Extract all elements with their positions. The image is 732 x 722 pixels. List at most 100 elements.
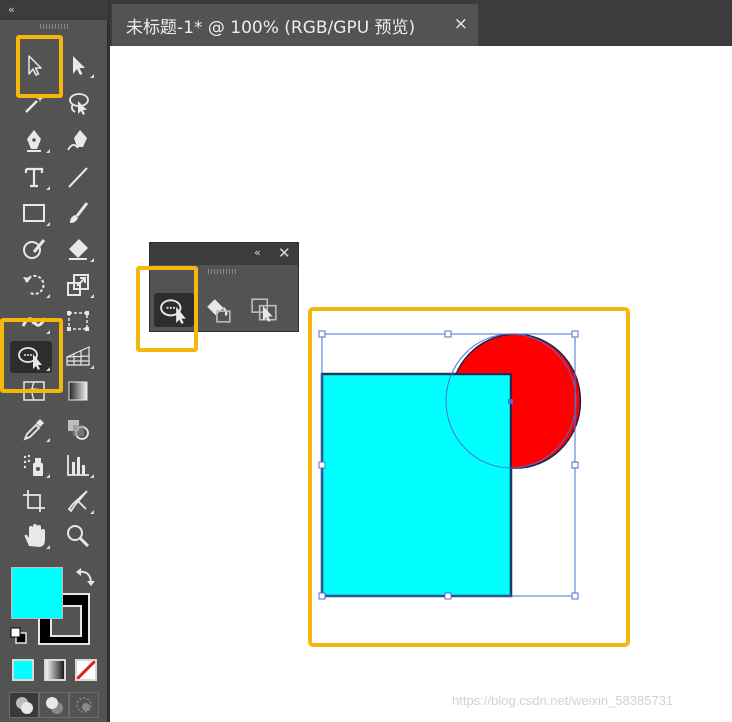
selection-tool[interactable] <box>16 50 52 80</box>
panel-grip[interactable] <box>40 24 68 29</box>
blend-tool[interactable] <box>60 414 96 444</box>
more-tools-indicator <box>46 222 50 226</box>
tools-panel: ‹‹ <box>0 0 110 722</box>
magic-wand-tool[interactable] <box>16 88 52 118</box>
curvature-tool[interactable] <box>60 125 96 155</box>
curvature-pen-icon <box>67 130 87 151</box>
perspective-grid-tool[interactable] <box>60 341 96 371</box>
symbol-sprayer-tool[interactable] <box>16 450 52 480</box>
blend-icon <box>68 420 89 440</box>
panel-grip[interactable] <box>208 269 238 274</box>
type-tool[interactable] <box>16 162 52 192</box>
tools-panel-header: ‹‹ <box>0 0 108 20</box>
close-icon[interactable]: × <box>454 14 468 34</box>
selection-bounding-box <box>321 333 576 597</box>
handle-bottom-middle[interactable] <box>444 592 452 600</box>
shape-builder-icon <box>160 299 186 324</box>
lasso-icon <box>69 93 89 115</box>
hand-icon <box>24 524 45 547</box>
bounding-box-handles[interactable] <box>318 330 579 600</box>
panel-shape-builder-tool[interactable] <box>154 293 194 327</box>
red-circle[interactable] <box>454 333 582 469</box>
panel-live-paint-bucket-tool[interactable] <box>198 293 238 327</box>
draw-behind-button[interactable] <box>39 692 69 718</box>
color-mode-button[interactable] <box>12 659 34 681</box>
direct-selection-arrow-icon <box>73 56 85 75</box>
default-fill-stroke-icon[interactable] <box>10 627 28 645</box>
type-icon <box>24 167 44 188</box>
live-paint-bucket-icon <box>207 299 231 323</box>
column-graph-tool[interactable] <box>60 450 96 480</box>
shaper-tool[interactable] <box>16 234 52 264</box>
slice-tool[interactable] <box>60 486 96 516</box>
hand-tool[interactable] <box>16 521 52 551</box>
document-tab-title: 未标题-1* @ 100% (RGB/GPU 预览) <box>126 17 416 38</box>
handle-bottom-right[interactable] <box>571 592 579 600</box>
more-tools-indicator <box>90 474 94 478</box>
tools-panel-body: ‹‹ <box>0 0 108 722</box>
gradient-icon <box>68 381 88 401</box>
cyan-rectangle[interactable] <box>320 372 513 598</box>
gradient-mode-button[interactable] <box>44 659 66 681</box>
none-mode-button[interactable] <box>75 659 97 681</box>
perspective-grid-icon <box>66 346 90 366</box>
document-tab-bar: 未标题-1* @ 100% (RGB/GPU 预览) × <box>110 0 732 46</box>
shape-builder-tear-off-panel: ‹‹ ✕ <box>149 242 299 332</box>
panel-header[interactable]: ‹‹ ✕ <box>150 243 298 265</box>
more-tools-indicator <box>90 365 94 369</box>
width-tool[interactable] <box>16 306 52 336</box>
handle-top-right[interactable] <box>571 330 579 338</box>
collapse-icon[interactable]: ‹‹ <box>254 246 261 259</box>
scale-tool[interactable] <box>60 270 96 300</box>
watermark: https://blog.csdn.net/weixin_58385731 <box>452 693 674 708</box>
handle-top-left[interactable] <box>318 330 326 338</box>
paintbrush-tool[interactable] <box>60 198 96 228</box>
more-tools-indicator <box>46 367 50 371</box>
more-tools-indicator <box>46 545 50 549</box>
panel-live-paint-selection-tool[interactable] <box>244 293 284 327</box>
collapse-icon[interactable]: ‹‹ <box>8 3 15 16</box>
rotate-tool[interactable] <box>16 270 52 300</box>
shaper-icon <box>23 239 46 259</box>
pen-tool[interactable] <box>16 125 52 155</box>
handle-top-middle[interactable] <box>444 330 452 338</box>
handle-bottom-left[interactable] <box>318 592 326 600</box>
free-transform-icon <box>67 311 89 331</box>
direct-selection-tool[interactable] <box>60 50 96 80</box>
zoom-tool[interactable] <box>60 521 96 551</box>
lasso-tool[interactable] <box>60 88 96 118</box>
shape-builder-icon <box>18 347 42 370</box>
gradient-tool[interactable] <box>60 376 96 406</box>
rotate-icon <box>23 274 45 295</box>
eyedropper-icon <box>23 419 44 441</box>
handle-middle-left[interactable] <box>318 461 326 469</box>
pen-icon <box>27 130 41 152</box>
draw-inside-button[interactable] <box>69 692 99 718</box>
magic-wand-icon <box>25 94 44 113</box>
free-transform-tool[interactable] <box>60 306 96 336</box>
eyedropper-tool[interactable] <box>16 414 52 444</box>
fill-color-swatch[interactable] <box>11 567 63 619</box>
more-tools-indicator <box>46 330 50 334</box>
more-tools-indicator <box>46 149 50 153</box>
shape-builder-tool[interactable] <box>10 341 52 373</box>
more-tools-indicator <box>46 438 50 442</box>
artboard-tool[interactable] <box>16 486 52 516</box>
rectangle-icon <box>23 204 45 222</box>
handle-middle-right[interactable] <box>571 461 579 469</box>
close-icon[interactable]: ✕ <box>278 244 291 262</box>
zoom-icon <box>67 525 90 548</box>
swap-fill-stroke-icon[interactable] <box>74 566 96 588</box>
more-tools-indicator <box>90 74 94 78</box>
line-segment-icon <box>68 167 88 188</box>
more-tools-indicator <box>90 510 94 514</box>
draw-normal-button[interactable] <box>9 692 39 718</box>
symbol-sprayer-icon <box>23 454 43 476</box>
line-tool[interactable] <box>60 162 96 192</box>
rectangle-tool[interactable] <box>16 198 52 228</box>
artwork-highlight <box>308 307 630 647</box>
document-tab[interactable]: 未标题-1* @ 100% (RGB/GPU 预览) × <box>112 4 478 46</box>
eraser-tool[interactable] <box>60 234 96 264</box>
mesh-tool[interactable] <box>16 376 52 406</box>
more-tools-indicator <box>46 294 50 298</box>
